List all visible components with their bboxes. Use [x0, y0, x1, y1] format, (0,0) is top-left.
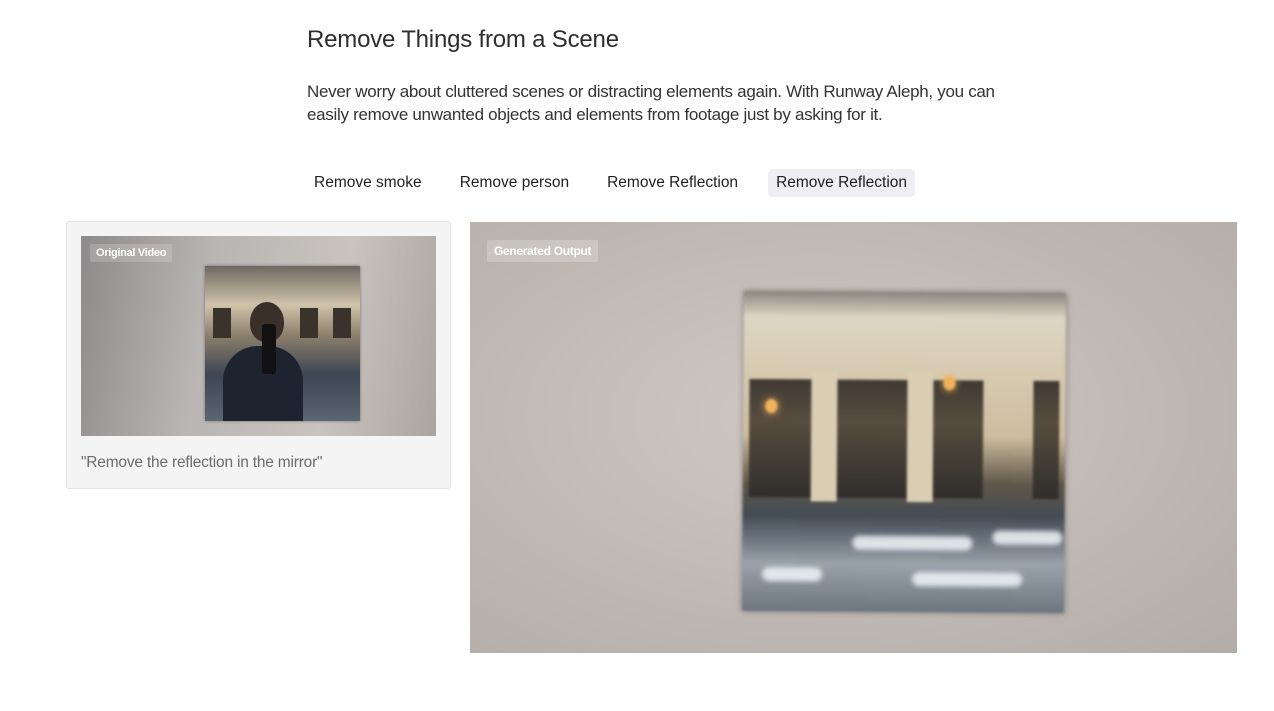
original-video-thumbnail[interactable]: Original Video: [81, 236, 436, 436]
generated-output-label: Generated Output: [487, 240, 599, 262]
tab-remove-reflection[interactable]: Remove Reflection: [599, 169, 746, 197]
camera-gimbal: [262, 324, 276, 374]
section-description: Never worry about cluttered scenes or di…: [307, 82, 995, 124]
section-title: Remove Things from a Scene: [307, 26, 619, 53]
generated-output-video[interactable]: Generated Output: [470, 222, 1237, 653]
original-video-card: Original Video "Remove the reflection in…: [66, 221, 451, 489]
original-video-label: Original Video: [90, 244, 173, 262]
mirror-without-reflection-image: [741, 290, 1067, 614]
mirror-reflection-image: [205, 266, 360, 421]
tab-remove-reflection-active[interactable]: Remove Reflection: [768, 169, 916, 197]
example-tabs: Remove smoke Remove person Remove Reflec…: [306, 169, 916, 197]
prompt-text: "Remove the reflection in the mirror": [81, 454, 323, 471]
tab-remove-smoke[interactable]: Remove smoke: [306, 169, 430, 197]
tab-remove-person[interactable]: Remove person: [452, 169, 577, 197]
